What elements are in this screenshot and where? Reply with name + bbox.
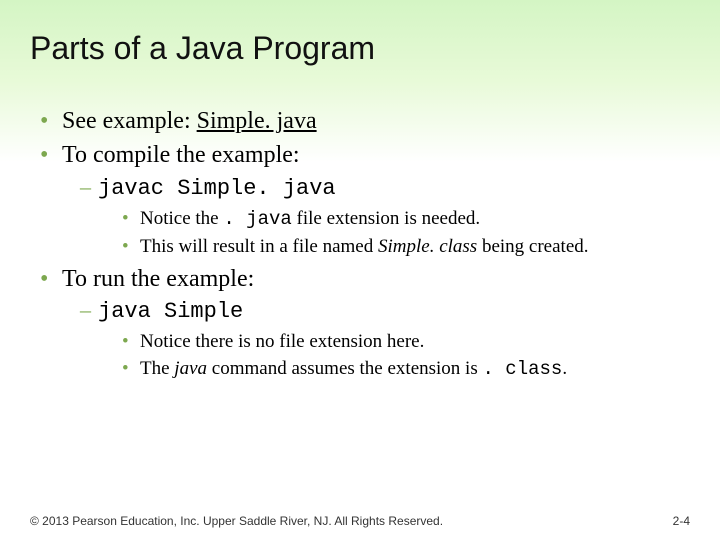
code-text: java Simple xyxy=(98,299,243,324)
text: To run the example: xyxy=(62,266,254,292)
list-item: The java command assumes the extension i… xyxy=(122,355,690,384)
list-item: To compile the example: javac Simple. ja… xyxy=(40,139,690,260)
italic-text: Simple. class xyxy=(378,236,477,257)
text: The xyxy=(140,358,174,379)
list-item: Notice there is no file extension here. xyxy=(122,328,690,356)
footer: © 2013 Pearson Education, Inc. Upper Sad… xyxy=(30,514,690,528)
page-number: 2-4 xyxy=(673,514,690,528)
text: This will result in a file named xyxy=(140,236,378,257)
text: Notice the xyxy=(140,208,223,229)
bullet-list-level2: java Simple Notice there is no file exte… xyxy=(80,295,690,384)
text: See example: xyxy=(62,108,197,134)
bullet-list-level1: See example: Simple. java To compile the… xyxy=(40,105,690,384)
copyright-text: © 2013 Pearson Education, Inc. Upper Sad… xyxy=(30,514,443,528)
text: file extension is needed. xyxy=(292,208,480,229)
code-text: javac Simple. java xyxy=(98,176,336,201)
bullet-list-level3: Notice there is no file extension here. … xyxy=(122,328,690,384)
italic-text: java xyxy=(174,358,207,379)
text: being created. xyxy=(477,236,588,257)
bullet-list-level3: Notice the . java file extension is need… xyxy=(122,205,690,261)
text: To compile the example: xyxy=(62,142,300,168)
bullet-list-level2: javac Simple. java Notice the . java fil… xyxy=(80,172,690,261)
slide-title: Parts of a Java Program xyxy=(30,30,690,67)
text: Notice there is no file extension here. xyxy=(140,331,424,352)
list-item: See example: Simple. java xyxy=(40,105,690,137)
list-item: To run the example: java Simple Notice t… xyxy=(40,263,690,384)
list-item: This will result in a file named Simple.… xyxy=(122,233,690,261)
list-item: Notice the . java file extension is need… xyxy=(122,205,690,234)
code-text: . java xyxy=(223,208,291,230)
example-link[interactable]: Simple. java xyxy=(197,108,317,134)
text: command assumes the extension is xyxy=(207,358,482,379)
text: . xyxy=(562,358,567,379)
list-item: javac Simple. java Notice the . java fil… xyxy=(80,172,690,261)
list-item: java Simple Notice there is no file exte… xyxy=(80,295,690,384)
code-text: . class xyxy=(482,358,562,380)
